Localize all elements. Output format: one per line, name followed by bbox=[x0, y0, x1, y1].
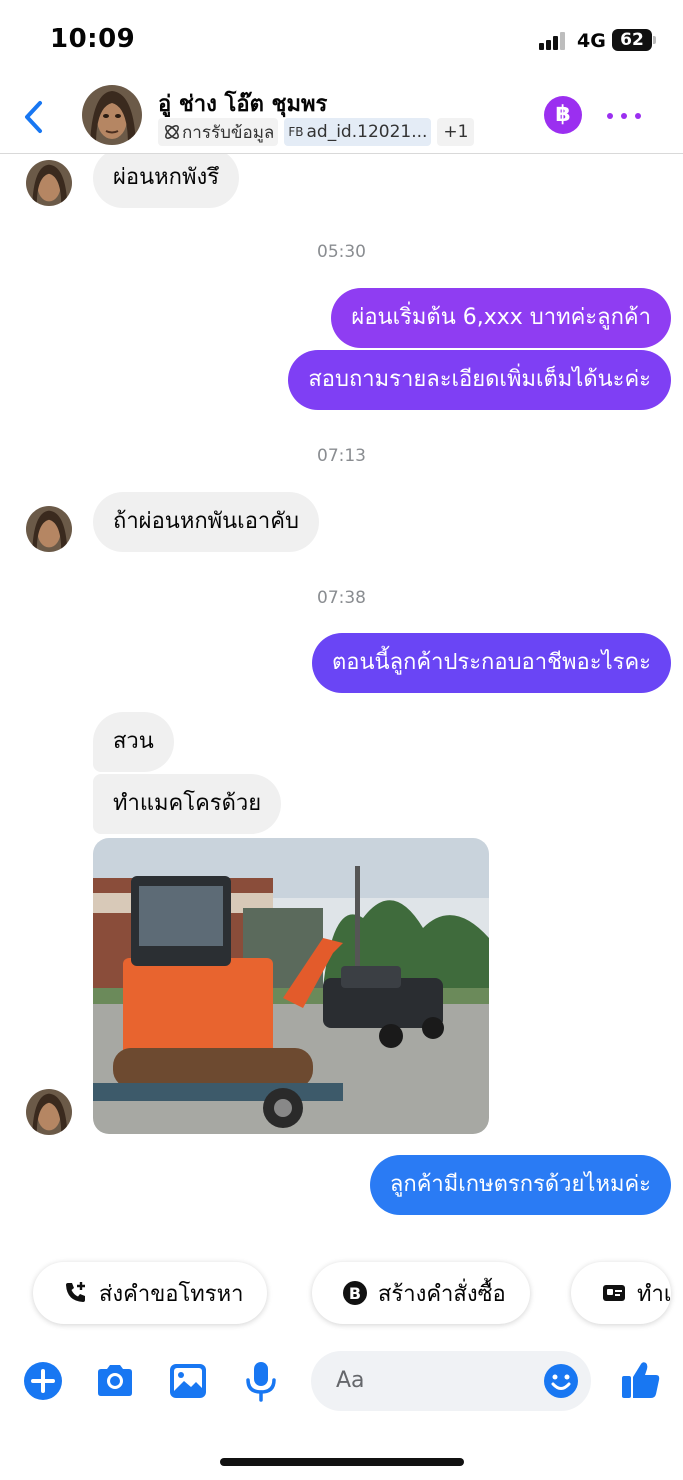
camera-icon[interactable] bbox=[94, 1360, 136, 1402]
battery-tip bbox=[653, 36, 656, 44]
message-outgoing[interactable]: ผ่อนเริ่มต้น 6,xxx บาทค่ะลูกค้า bbox=[331, 288, 671, 348]
network-type: 4G bbox=[577, 30, 606, 52]
signal-icon bbox=[539, 32, 569, 50]
emoji-icon[interactable] bbox=[543, 1363, 579, 1399]
baht-icon[interactable]: ฿ bbox=[544, 96, 582, 134]
id-card-icon bbox=[603, 1285, 625, 1301]
tag-more[interactable]: +1 bbox=[437, 118, 475, 146]
timestamp: 07:38 bbox=[317, 588, 366, 608]
back-icon[interactable] bbox=[18, 97, 48, 137]
contact-avatar[interactable] bbox=[82, 85, 142, 145]
timestamp: 05:30 bbox=[317, 242, 366, 262]
atom-icon bbox=[165, 125, 179, 139]
svg-text:B: B bbox=[349, 1284, 361, 1303]
home-indicator[interactable] bbox=[220, 1458, 464, 1466]
sender-avatar[interactable] bbox=[26, 506, 72, 552]
more-options-icon[interactable] bbox=[604, 100, 644, 130]
status-bar: 10:09 4G 62 bbox=[0, 0, 683, 80]
plus-icon[interactable] bbox=[22, 1360, 64, 1402]
clock: 10:09 bbox=[50, 24, 136, 54]
sender-avatar[interactable] bbox=[26, 1089, 72, 1135]
quick-actions: ส่งคำขอโทรหา B สร้างคำสั่งซื้อ ทำเ bbox=[0, 1262, 683, 1326]
composer: Aa bbox=[0, 1348, 683, 1418]
message-incoming[interactable]: สวน bbox=[93, 712, 174, 772]
message-outgoing[interactable]: สอบถามรายละเอียดเพิ่มเต็มได้นะค่ะ bbox=[288, 350, 671, 410]
tag-ad-label: ad_id.12021... bbox=[306, 122, 428, 142]
message-input[interactable]: Aa bbox=[311, 1351, 591, 1411]
chat-header: อู่ ช่าง โอ๊ต ชุมพร การรับข้อมูล FB ad_i… bbox=[0, 80, 683, 154]
more-action-chip[interactable]: ทำเ bbox=[571, 1262, 672, 1324]
facebook-icon: FB bbox=[288, 125, 304, 139]
thumbs-up-icon[interactable] bbox=[619, 1358, 663, 1402]
message-list[interactable]: ผ่อนหกพังรึ 05:30 ผ่อนเริ่มต้น 6,xxx บาท… bbox=[0, 154, 683, 1238]
gallery-icon[interactable] bbox=[167, 1360, 209, 1402]
message-incoming[interactable]: ถ้าผ่อนหกพันเอาคับ bbox=[93, 492, 319, 552]
message-outgoing[interactable]: ลูกค้ามีเกษตรกรด้วยไหมค่ะ bbox=[369, 1155, 671, 1215]
tag-ad[interactable]: FB ad_id.12021... bbox=[284, 118, 432, 146]
message-outgoing[interactable]: ตอนนี้ลูกค้าประกอบอาชีพอะไรคะ bbox=[312, 633, 671, 693]
message-input-placeholder: Aa bbox=[336, 1368, 365, 1393]
contact-name[interactable]: อู่ ช่าง โอ๊ต ชุมพร bbox=[158, 86, 327, 121]
tag-info-label: การรับข้อมูล bbox=[182, 122, 275, 143]
battery-icon: 62 bbox=[612, 29, 652, 51]
request-call-chip[interactable]: ส่งคำขอโทรหา bbox=[33, 1262, 268, 1324]
message-incoming[interactable]: ผ่อนหกพังรึ bbox=[93, 154, 240, 208]
contact-tags: การรับข้อมูล FB ad_id.12021... +1 bbox=[158, 118, 475, 146]
timestamp: 07:13 bbox=[317, 446, 366, 466]
sender-avatar[interactable] bbox=[26, 160, 72, 206]
chip-label: ทำเ bbox=[637, 1281, 672, 1307]
chip-label: สร้างคำสั่งซื้อ bbox=[378, 1281, 506, 1307]
message-incoming[interactable]: ทำแมคโครด้วย bbox=[93, 774, 282, 834]
baht-icon: B bbox=[343, 1281, 367, 1305]
microphone-icon[interactable] bbox=[240, 1360, 282, 1402]
create-order-chip[interactable]: B สร้างคำสั่งซื้อ bbox=[312, 1262, 530, 1324]
phone-add-icon bbox=[66, 1282, 85, 1302]
tag-info[interactable]: การรับข้อมูล bbox=[158, 118, 279, 146]
photo-attachment[interactable] bbox=[93, 838, 489, 1134]
chip-label: ส่งคำขอโทรหา bbox=[99, 1281, 244, 1307]
